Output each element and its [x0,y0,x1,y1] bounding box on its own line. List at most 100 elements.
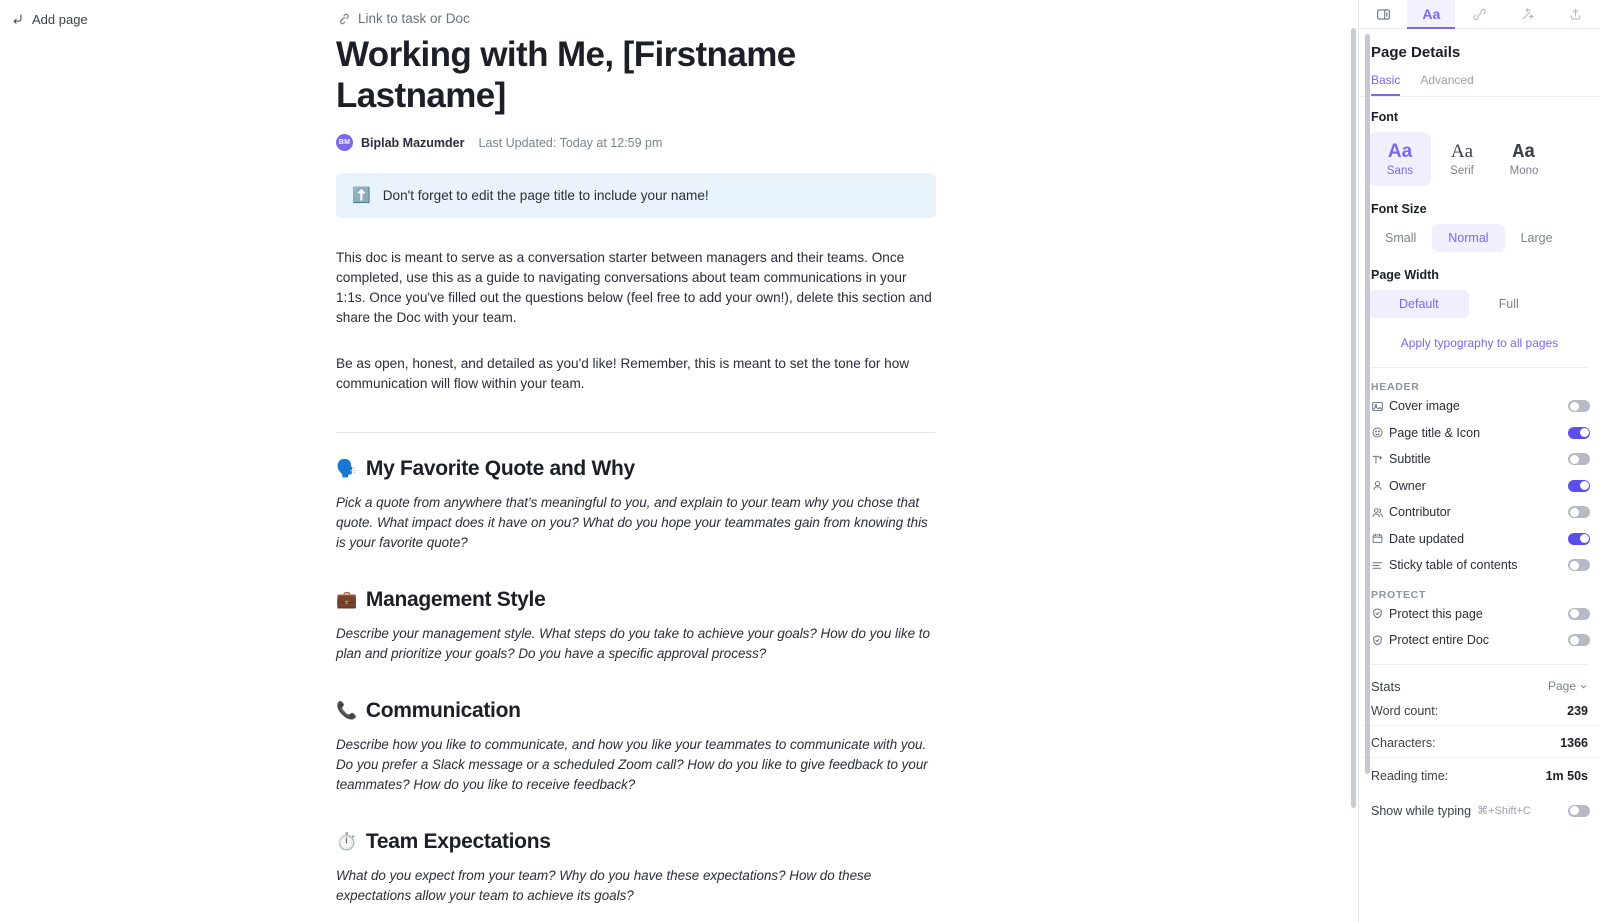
toggle-protect-doc[interactable] [1568,634,1590,647]
tab-typography-label: Aa [1422,6,1441,22]
font-name-serif: Serif [1450,165,1474,177]
stat-key: Reading time: [1371,768,1449,783]
font-sample-mono: Aa [1512,141,1536,163]
person-icon [1371,479,1389,492]
telephone-icon: 📞 [336,701,357,720]
section-heading: ⏱️ Team Expectations [336,828,936,856]
option-subtitle[interactable]: Subtitle [1359,446,1600,473]
stat-value: 239 [1567,704,1588,718]
intro-paragraph-1: This doc is meant to serve as a conversa… [336,250,932,325]
panel-tabs: Aa [1359,0,1600,29]
page-width-default[interactable]: Default [1369,290,1469,318]
link-to-task-button[interactable]: Link to task or Doc [336,11,470,26]
people-icon [1371,506,1389,519]
image-icon [1371,400,1389,413]
section-prompt: Describe how you like to communicate, an… [336,737,928,792]
option-label: Protect entire Doc [1389,633,1490,648]
font-size-label: Font Size [1371,202,1427,216]
document-area: Add page Link to task or Doc Working wit… [0,0,1358,922]
show-while-typing-label: Show while typing [1371,803,1472,818]
show-while-typing-row[interactable]: Show while typing ⌘+Shift+C [1359,790,1600,818]
option-owner[interactable]: Owner [1359,473,1600,500]
option-label: Subtitle [1389,452,1431,467]
stopwatch-icon: ⏱️ [336,832,357,851]
option-protect-page[interactable]: Protect this page [1359,601,1600,628]
last-updated: Last Updated: Today at 12:59 pm [478,135,663,150]
font-name-sans: Sans [1386,165,1414,177]
briefcase-icon: 💼 [336,590,357,609]
shield-check-icon [1371,607,1389,620]
tab-sidebar-toggle[interactable] [1359,0,1407,28]
font-name-mono: Mono [1509,165,1539,177]
tab-edit-pen[interactable] [1455,0,1503,28]
stat-characters: Characters: 1366 [1359,730,1600,758]
section-team-expectations: ⏱️ Team Expectations What do you expect … [336,828,936,906]
option-contributor[interactable]: Contributor [1359,499,1600,526]
protect-section-caption: PROTECT [1371,588,1427,601]
toggle-protect-page[interactable] [1568,607,1590,620]
stat-key: Characters: [1371,736,1436,750]
option-cover-image[interactable]: Cover image [1359,393,1600,420]
font-option-serif[interactable]: Aa Serif [1431,132,1493,186]
callout-banner: ⬆️ Don't forget to edit the page title t… [336,173,936,218]
page-width-full[interactable]: Full [1469,290,1549,318]
panel-sub-tabs: Basic Advanced [1359,61,1600,96]
callout-text: Don't forget to edit the page title to i… [382,188,709,203]
font-option-mono[interactable]: Aa Mono [1493,132,1555,186]
document-scrollbar[interactable] [1351,28,1356,808]
section-prompt: Describe your management style. What ste… [336,626,930,661]
avatar[interactable]: BM [336,134,353,151]
document-body: Working with Me, [Firstname Lastname] BM… [336,34,936,906]
toggle-show-while-typing[interactable] [1568,804,1590,817]
link-icon [336,12,350,26]
add-page-label: Add page [32,12,88,27]
toggle-contributor[interactable] [1568,506,1590,519]
stats-header: Stats Page [1359,665,1600,694]
font-option-sans[interactable]: Aa Sans [1369,132,1431,186]
page-title[interactable]: Working with Me, [Firstname Lastname] [336,34,806,116]
apply-typography-link[interactable]: Apply typography to all pages [1359,318,1600,350]
calendar-icon [1371,532,1389,545]
option-label: Owner [1389,478,1426,493]
toggle-page-title-icon[interactable] [1568,426,1590,439]
section-prompt: What do you expect from your team? Why d… [336,868,872,903]
option-label: Cover image [1389,399,1460,414]
toggle-subtitle[interactable] [1568,453,1590,466]
sub-tab-advanced[interactable]: Advanced [1420,73,1473,96]
speaking-head-icon: 🗣️ [336,459,357,478]
option-sticky-toc[interactable]: Sticky table of contents [1359,552,1600,579]
font-size-small[interactable]: Small [1369,224,1432,252]
tab-typography[interactable]: Aa [1407,0,1456,29]
document-topbar: Add page Link to task or Doc [0,0,1358,36]
font-sample-serif: Aa [1450,141,1474,162]
app-root: Add page Link to task or Doc Working wit… [0,0,1600,922]
toggle-cover-image[interactable] [1568,400,1590,413]
option-label: Page title & Icon [1389,425,1481,440]
section-heading-label: Management Style [365,588,546,611]
option-protect-doc[interactable]: Protect entire Doc [1359,627,1600,654]
add-page-icon [12,13,25,26]
section-favorite-quote: 🗣️ My Favorite Quote and Why Pick a quot… [336,455,936,553]
toggle-owner[interactable] [1568,479,1590,492]
font-group-label: Font [1371,110,1399,124]
toggle-sticky-toc[interactable] [1568,559,1590,572]
sub-tab-basic[interactable]: Basic [1371,73,1401,96]
tab-magic-wand[interactable] [1504,0,1552,28]
tab-share-upload[interactable] [1552,0,1600,28]
stat-reading-time: Reading time: 1m 50s [1359,762,1600,790]
panel-scrollbar[interactable] [1365,34,1370,774]
stats-label: Stats [1371,678,1401,694]
add-page-button[interactable]: Add page [12,12,88,27]
option-date-updated[interactable]: Date updated [1359,526,1600,553]
toggle-date-updated[interactable] [1568,532,1590,545]
font-size-normal[interactable]: Normal [1432,224,1505,252]
shield-icon [1371,634,1389,647]
section-heading-label: Team Expectations [365,830,551,853]
section-prompt: Pick a quote from anywhere that's meanin… [336,495,928,550]
font-size-large[interactable]: Large [1505,224,1569,252]
font-sample-sans: Aa [1387,141,1413,162]
section-divider [336,432,936,433]
section-heading: 📞 Communication [336,697,936,725]
option-page-title-icon[interactable]: Page title & Icon [1359,420,1600,447]
stats-scope-dropdown[interactable]: Page [1548,679,1588,693]
